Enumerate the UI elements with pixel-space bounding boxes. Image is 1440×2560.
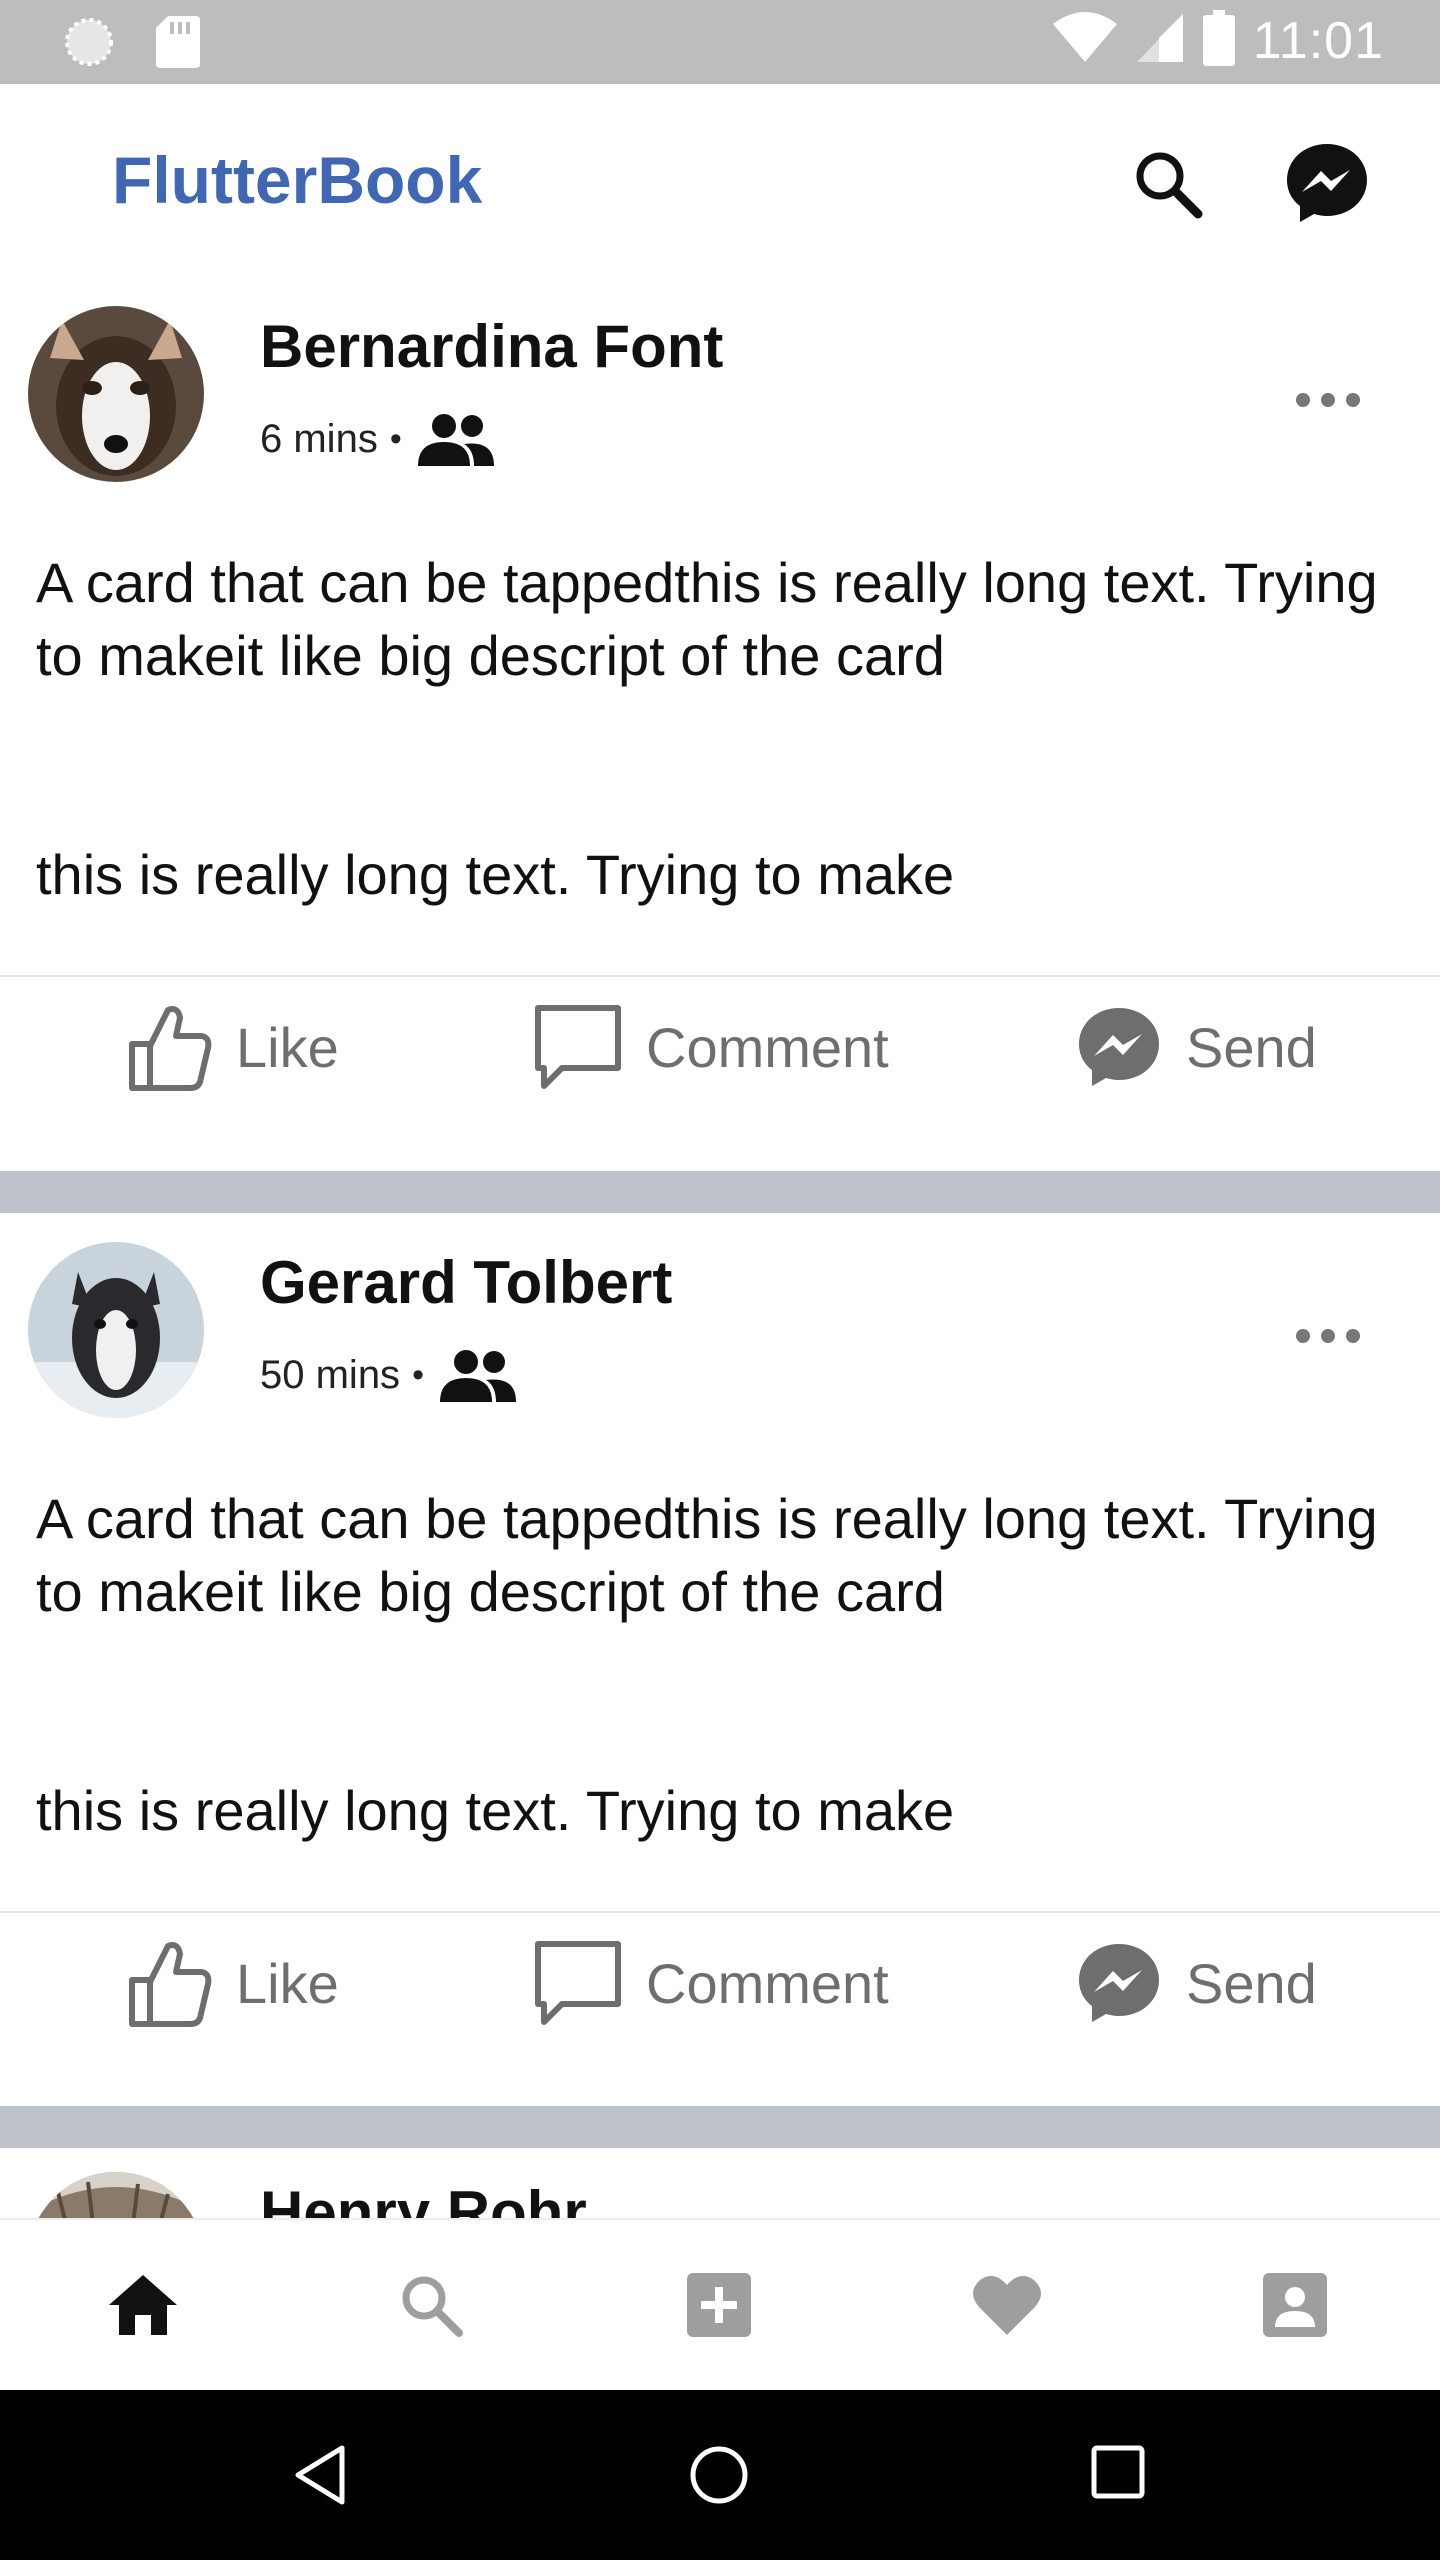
send-button[interactable]: Send: [1076, 987, 1317, 1107]
home-icon: [109, 2275, 177, 2335]
friends-audience-icon: [417, 414, 494, 466]
add-box-icon: [687, 2273, 751, 2337]
back-triangle-icon: [295, 2445, 345, 2505]
avatar[interactable]: [28, 1242, 204, 1418]
post-time: 50 mins: [260, 1352, 401, 1397]
post-time: 6 mins: [260, 416, 378, 461]
avatar[interactable]: [28, 306, 204, 482]
like-button[interactable]: Like: [128, 1923, 339, 2043]
avatar-image: [28, 2172, 204, 2218]
wifi-icon: [1052, 12, 1117, 69]
comment-icon: [535, 1941, 621, 2025]
search-button[interactable]: [1130, 146, 1206, 222]
send-label: Send: [1186, 1951, 1317, 2015]
post-text-paragraph: this is really long text. Trying to make: [36, 1779, 955, 1842]
search-icon: [402, 2276, 463, 2337]
account-box-icon: [1263, 2273, 1327, 2337]
meta-dot: •: [412, 1355, 424, 1394]
post-card[interactable]: Gerard Tolbert 50 mins • A card that can…: [0, 1242, 1440, 2104]
comment-label: Comment: [646, 1015, 889, 1079]
post-body: A card that can be tappedthis is really …: [36, 546, 1416, 911]
like-button[interactable]: Like: [128, 987, 339, 1107]
system-navigation-bar: [0, 2390, 1440, 2560]
thumbs-up-icon: [129, 1006, 212, 1091]
avatar[interactable]: [28, 2172, 204, 2218]
messenger-send-icon: [1079, 1008, 1159, 1086]
avatar-husky-image: [28, 306, 204, 482]
home-system-button[interactable]: [686, 2442, 756, 2512]
dot: [1346, 393, 1360, 407]
post-text-paragraph: A card that can be tappedthis is really …: [36, 551, 1378, 687]
send-button[interactable]: Send: [1076, 1923, 1317, 2043]
home-circle-icon: [690, 2446, 748, 2504]
app-title: FlutterBook: [112, 143, 483, 217]
recents-square-icon: [1091, 2445, 1145, 2499]
avatar-husky-snow-image: [28, 1242, 204, 1418]
post-text-paragraph: A card that can be tappedthis is really …: [36, 1487, 1378, 1623]
nav-add-post[interactable]: [674, 2260, 764, 2350]
post-actions: Like Comment Send: [0, 987, 1440, 1107]
recents-button[interactable]: [1088, 2442, 1158, 2512]
dot: [1321, 393, 1335, 407]
post-card[interactable]: Bernardina Font 6 mins • A card that can…: [0, 306, 1440, 1170]
post-text-paragraph: this is really long text. Trying to make: [36, 843, 955, 906]
messenger-button[interactable]: [1284, 140, 1370, 226]
dot: [1346, 1329, 1360, 1343]
nav-favorites[interactable]: [962, 2260, 1052, 2350]
messenger-icon: [1287, 144, 1367, 222]
sync-icon: [64, 17, 114, 72]
bottom-navigation: [0, 2218, 1440, 2390]
battery-icon: [1202, 10, 1235, 71]
more-options-button[interactable]: [1296, 1324, 1360, 1348]
sd-card-icon: [156, 16, 200, 73]
favorite-icon: [973, 2275, 1041, 2335]
post-meta: 6 mins •: [260, 412, 496, 466]
divider: [0, 975, 1440, 977]
dot: [1296, 393, 1310, 407]
search-icon: [1136, 152, 1203, 219]
post-meta: 50 mins •: [260, 1348, 518, 1402]
author-name[interactable]: Gerard Tolbert: [260, 1248, 672, 1317]
cell-signal-icon: [1135, 12, 1185, 69]
post-body: A card that can be tappedthis is really …: [36, 1482, 1416, 1847]
like-label: Like: [236, 1015, 339, 1079]
dot: [1321, 1329, 1335, 1343]
post-actions: Like Comment Send: [0, 1923, 1440, 2043]
back-button[interactable]: [290, 2442, 360, 2512]
messenger-send-icon: [1079, 1944, 1159, 2022]
clock: 11:01: [1252, 11, 1384, 70]
like-label: Like: [236, 1951, 339, 2015]
comment-button[interactable]: Comment: [534, 987, 889, 1107]
nav-home[interactable]: [98, 2260, 188, 2350]
post-card[interactable]: Henry Rohr: [0, 2148, 1440, 2218]
author-name[interactable]: Bernardina Font: [260, 312, 723, 381]
comment-button[interactable]: Comment: [534, 1923, 889, 2043]
post-separator: [0, 2106, 1440, 2148]
comment-icon: [535, 1005, 621, 1089]
post-separator: [0, 1171, 1440, 1213]
app-bar: FlutterBook: [0, 84, 1440, 284]
thumbs-up-icon: [129, 1942, 212, 2027]
comment-label: Comment: [646, 1951, 889, 2015]
more-options-button[interactable]: [1296, 388, 1360, 412]
status-bar: 11:01: [0, 0, 1440, 84]
nav-profile[interactable]: [1250, 2260, 1340, 2350]
dot: [1296, 1329, 1310, 1343]
meta-dot: •: [389, 419, 402, 458]
author-name[interactable]: Henry Rohr: [260, 2178, 587, 2218]
send-label: Send: [1186, 1015, 1317, 1079]
divider: [0, 1911, 1440, 1913]
friends-audience-icon: [439, 1350, 516, 1402]
nav-search[interactable]: [386, 2260, 476, 2350]
